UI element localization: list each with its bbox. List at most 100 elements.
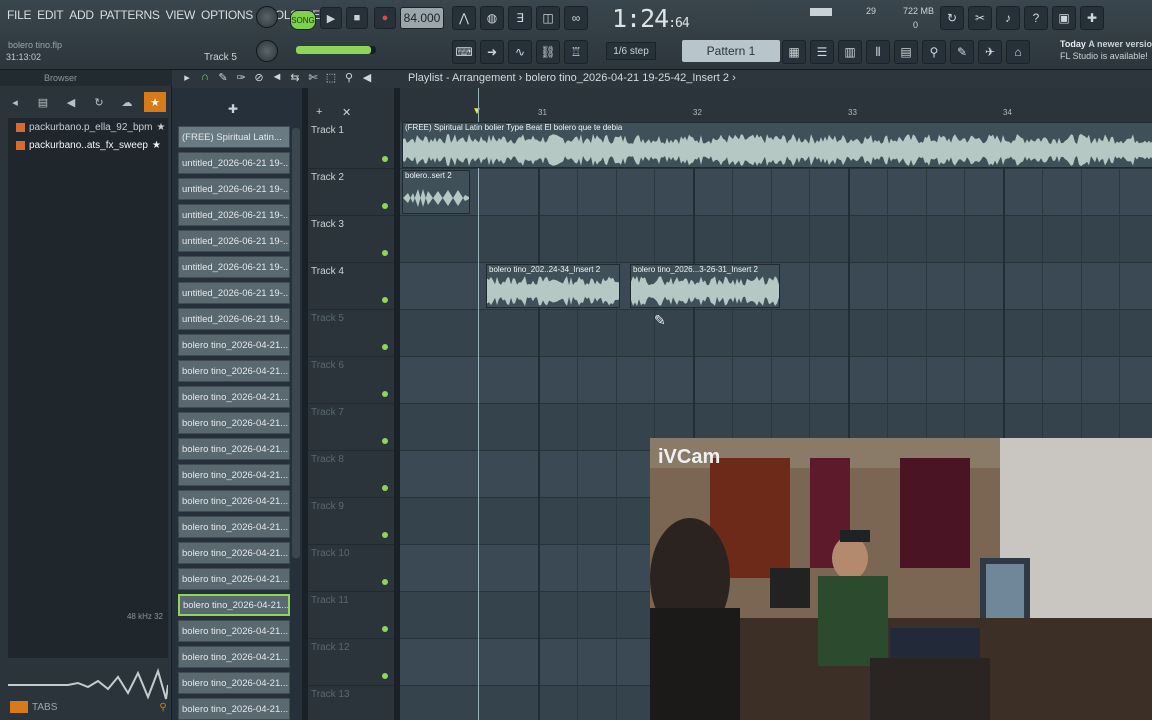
- track-header-item[interactable]: Track 9: [308, 498, 394, 545]
- keyboard-icon[interactable]: ⌨: [452, 40, 476, 64]
- track-header-item[interactable]: Track 13: [308, 686, 394, 720]
- audio-clip[interactable]: (FREE) Spiritual Latin bolier Type Beat …: [402, 122, 1152, 168]
- main-volume-knob[interactable]: [256, 6, 278, 28]
- pattern-list-item[interactable]: bolero tino_2026-04-21...: [178, 620, 290, 642]
- shop-icon[interactable]: ⌂: [1006, 40, 1030, 64]
- track-header-item[interactable]: Track 5: [308, 310, 394, 357]
- playlist-icon[interactable]: ▦: [782, 40, 806, 64]
- cloud-icon[interactable]: ☁: [116, 92, 138, 112]
- track-enable-led[interactable]: [382, 156, 388, 162]
- track-header-item[interactable]: Track 10: [308, 545, 394, 592]
- countdown-icon[interactable]: ∃: [508, 6, 532, 30]
- back-icon[interactable]: ◀: [60, 92, 82, 112]
- tag-icon[interactable]: [10, 701, 28, 713]
- plugin-database-icon[interactable]: ⚲: [922, 40, 946, 64]
- audio-clip[interactable]: bolero tino_2026...3-26-31_Insert 2: [630, 264, 780, 308]
- draw-pencil-icon[interactable]: ✎: [216, 71, 230, 84]
- loop-record-icon[interactable]: ∞: [564, 6, 588, 30]
- news-panel[interactable]: Today A newer versio FL Studio is availa…: [1060, 38, 1152, 62]
- stop-button[interactable]: ■: [346, 7, 368, 29]
- pattern-scrollbar[interactable]: [292, 128, 300, 558]
- metronome-icon[interactable]: ⋀: [452, 6, 476, 30]
- delete-icon[interactable]: ⊘: [252, 71, 266, 84]
- main-pitch-knob[interactable]: [256, 40, 278, 62]
- tabs-label[interactable]: TABS: [32, 702, 57, 713]
- track-lane[interactable]: [400, 357, 1152, 404]
- pattern-list-item[interactable]: bolero tino_2026-04-21...: [178, 438, 290, 460]
- menu-options[interactable]: OPTIONS: [198, 8, 256, 22]
- track-header-item[interactable]: Track 3: [308, 216, 394, 263]
- track-enable-led[interactable]: [382, 626, 388, 632]
- track-header-item[interactable]: Track 8: [308, 451, 394, 498]
- zoom-icon[interactable]: ⚲: [342, 71, 356, 84]
- playlist-arrow-icon[interactable]: ▸: [180, 71, 194, 84]
- stamp-icon[interactable]: ♖: [564, 40, 588, 64]
- playhead-marker-icon[interactable]: ▼: [472, 106, 482, 117]
- favorites-star-icon[interactable]: ★: [144, 92, 166, 112]
- mute-icon[interactable]: ◄: [270, 71, 284, 84]
- track-enable-led[interactable]: [382, 250, 388, 256]
- pattern-list-item[interactable]: bolero tino_2026-04-21...: [178, 360, 290, 382]
- help-icon[interactable]: ?: [1024, 6, 1048, 30]
- track-lane[interactable]: [400, 310, 1152, 357]
- track-header-item[interactable]: Track 1: [308, 122, 394, 169]
- track-header-item[interactable]: Track 6: [308, 357, 394, 404]
- play-button[interactable]: ▶: [320, 7, 342, 29]
- menu-file[interactable]: FILE: [4, 8, 34, 22]
- pattern-list-item[interactable]: bolero tino_2026-04-21...: [178, 672, 290, 694]
- track-header-item[interactable]: Track 12: [308, 639, 394, 686]
- piano-roll-icon[interactable]: ▥: [838, 40, 862, 64]
- pattern-list-item[interactable]: untitled_2026-06-21 19-...: [178, 308, 290, 330]
- tools-icon[interactable]: ✈: [978, 40, 1002, 64]
- pattern-list-item[interactable]: bolero tino_2026-04-21...: [178, 568, 290, 590]
- undo-icon[interactable]: ↻: [940, 6, 964, 30]
- pattern-list-item[interactable]: bolero tino_2026-04-21...: [178, 698, 290, 720]
- track-lane[interactable]: [400, 169, 1152, 216]
- pattern-list-item[interactable]: bolero tino_2026-04-21...: [178, 516, 290, 538]
- audio-clip[interactable]: bolero..sert 2: [402, 170, 470, 214]
- pattern-selector[interactable]: Pattern 1: [682, 40, 780, 62]
- plugin-icon[interactable]: ✚: [1080, 6, 1104, 30]
- link-icon[interactable]: ⛓: [536, 40, 560, 64]
- track-enable-led[interactable]: [382, 579, 388, 585]
- menu-view[interactable]: VIEW: [163, 8, 198, 22]
- master-volume-slider[interactable]: [296, 46, 376, 54]
- channel-rack-icon[interactable]: ☰: [810, 40, 834, 64]
- track-header-item[interactable]: Track 11: [308, 592, 394, 639]
- paint-icon[interactable]: ✑: [234, 71, 248, 84]
- timeline-ruler[interactable]: 31 32 33 34 ▼: [400, 88, 1152, 122]
- curve-icon[interactable]: ∿: [508, 40, 532, 64]
- wait-for-input-icon[interactable]: ◍: [480, 6, 504, 30]
- track-enable-led[interactable]: [382, 673, 388, 679]
- track-header-item[interactable]: Track 2: [308, 169, 394, 216]
- record-button[interactable]: ●: [374, 7, 396, 29]
- pattern-song-toggle[interactable]: SONG: [290, 10, 316, 30]
- step-edit-icon[interactable]: ◫: [536, 6, 560, 30]
- menu-patterns[interactable]: PATTERNS: [97, 8, 163, 22]
- pattern-list-item[interactable]: bolero tino_2026-04-21...: [178, 334, 290, 356]
- magnet-icon[interactable]: ∩: [198, 71, 212, 84]
- track-enable-led[interactable]: [382, 438, 388, 444]
- pattern-list-item[interactable]: untitled_2026-06-21 19-...: [178, 152, 290, 174]
- add-track-icon[interactable]: +: [316, 106, 322, 118]
- pattern-list-item[interactable]: bolero tino_2026-04-21...: [178, 386, 290, 408]
- pattern-list-item[interactable]: bolero tino_2026-04-21...: [178, 490, 290, 512]
- save-icon[interactable]: ▣: [1052, 6, 1076, 30]
- cut-icon[interactable]: ✂: [968, 6, 992, 30]
- tempo-display[interactable]: 84.000: [400, 7, 444, 29]
- track-enable-led[interactable]: [382, 485, 388, 491]
- file-icon[interactable]: ▤: [32, 92, 54, 112]
- list-item[interactable]: packurbano.p_ella_92_bpm ★: [8, 118, 168, 136]
- slip-icon[interactable]: ⇆: [288, 71, 302, 84]
- track-lane[interactable]: [400, 216, 1152, 263]
- track-header-item[interactable]: Track 7: [308, 404, 394, 451]
- snap-step-selector[interactable]: 1/6 step: [606, 42, 656, 60]
- refresh-icon[interactable]: ↻: [88, 92, 110, 112]
- track-enable-led[interactable]: [382, 532, 388, 538]
- select-icon[interactable]: ⬚: [324, 71, 338, 84]
- track-enable-led[interactable]: [382, 391, 388, 397]
- arrow-icon[interactable]: ➜: [480, 40, 504, 64]
- pattern-list-item[interactable]: untitled_2026-06-21 19-...: [178, 230, 290, 252]
- track-header-item[interactable]: Track 4: [308, 263, 394, 310]
- audio-clip[interactable]: bolero tino_202..24-34_Insert 2: [486, 264, 620, 308]
